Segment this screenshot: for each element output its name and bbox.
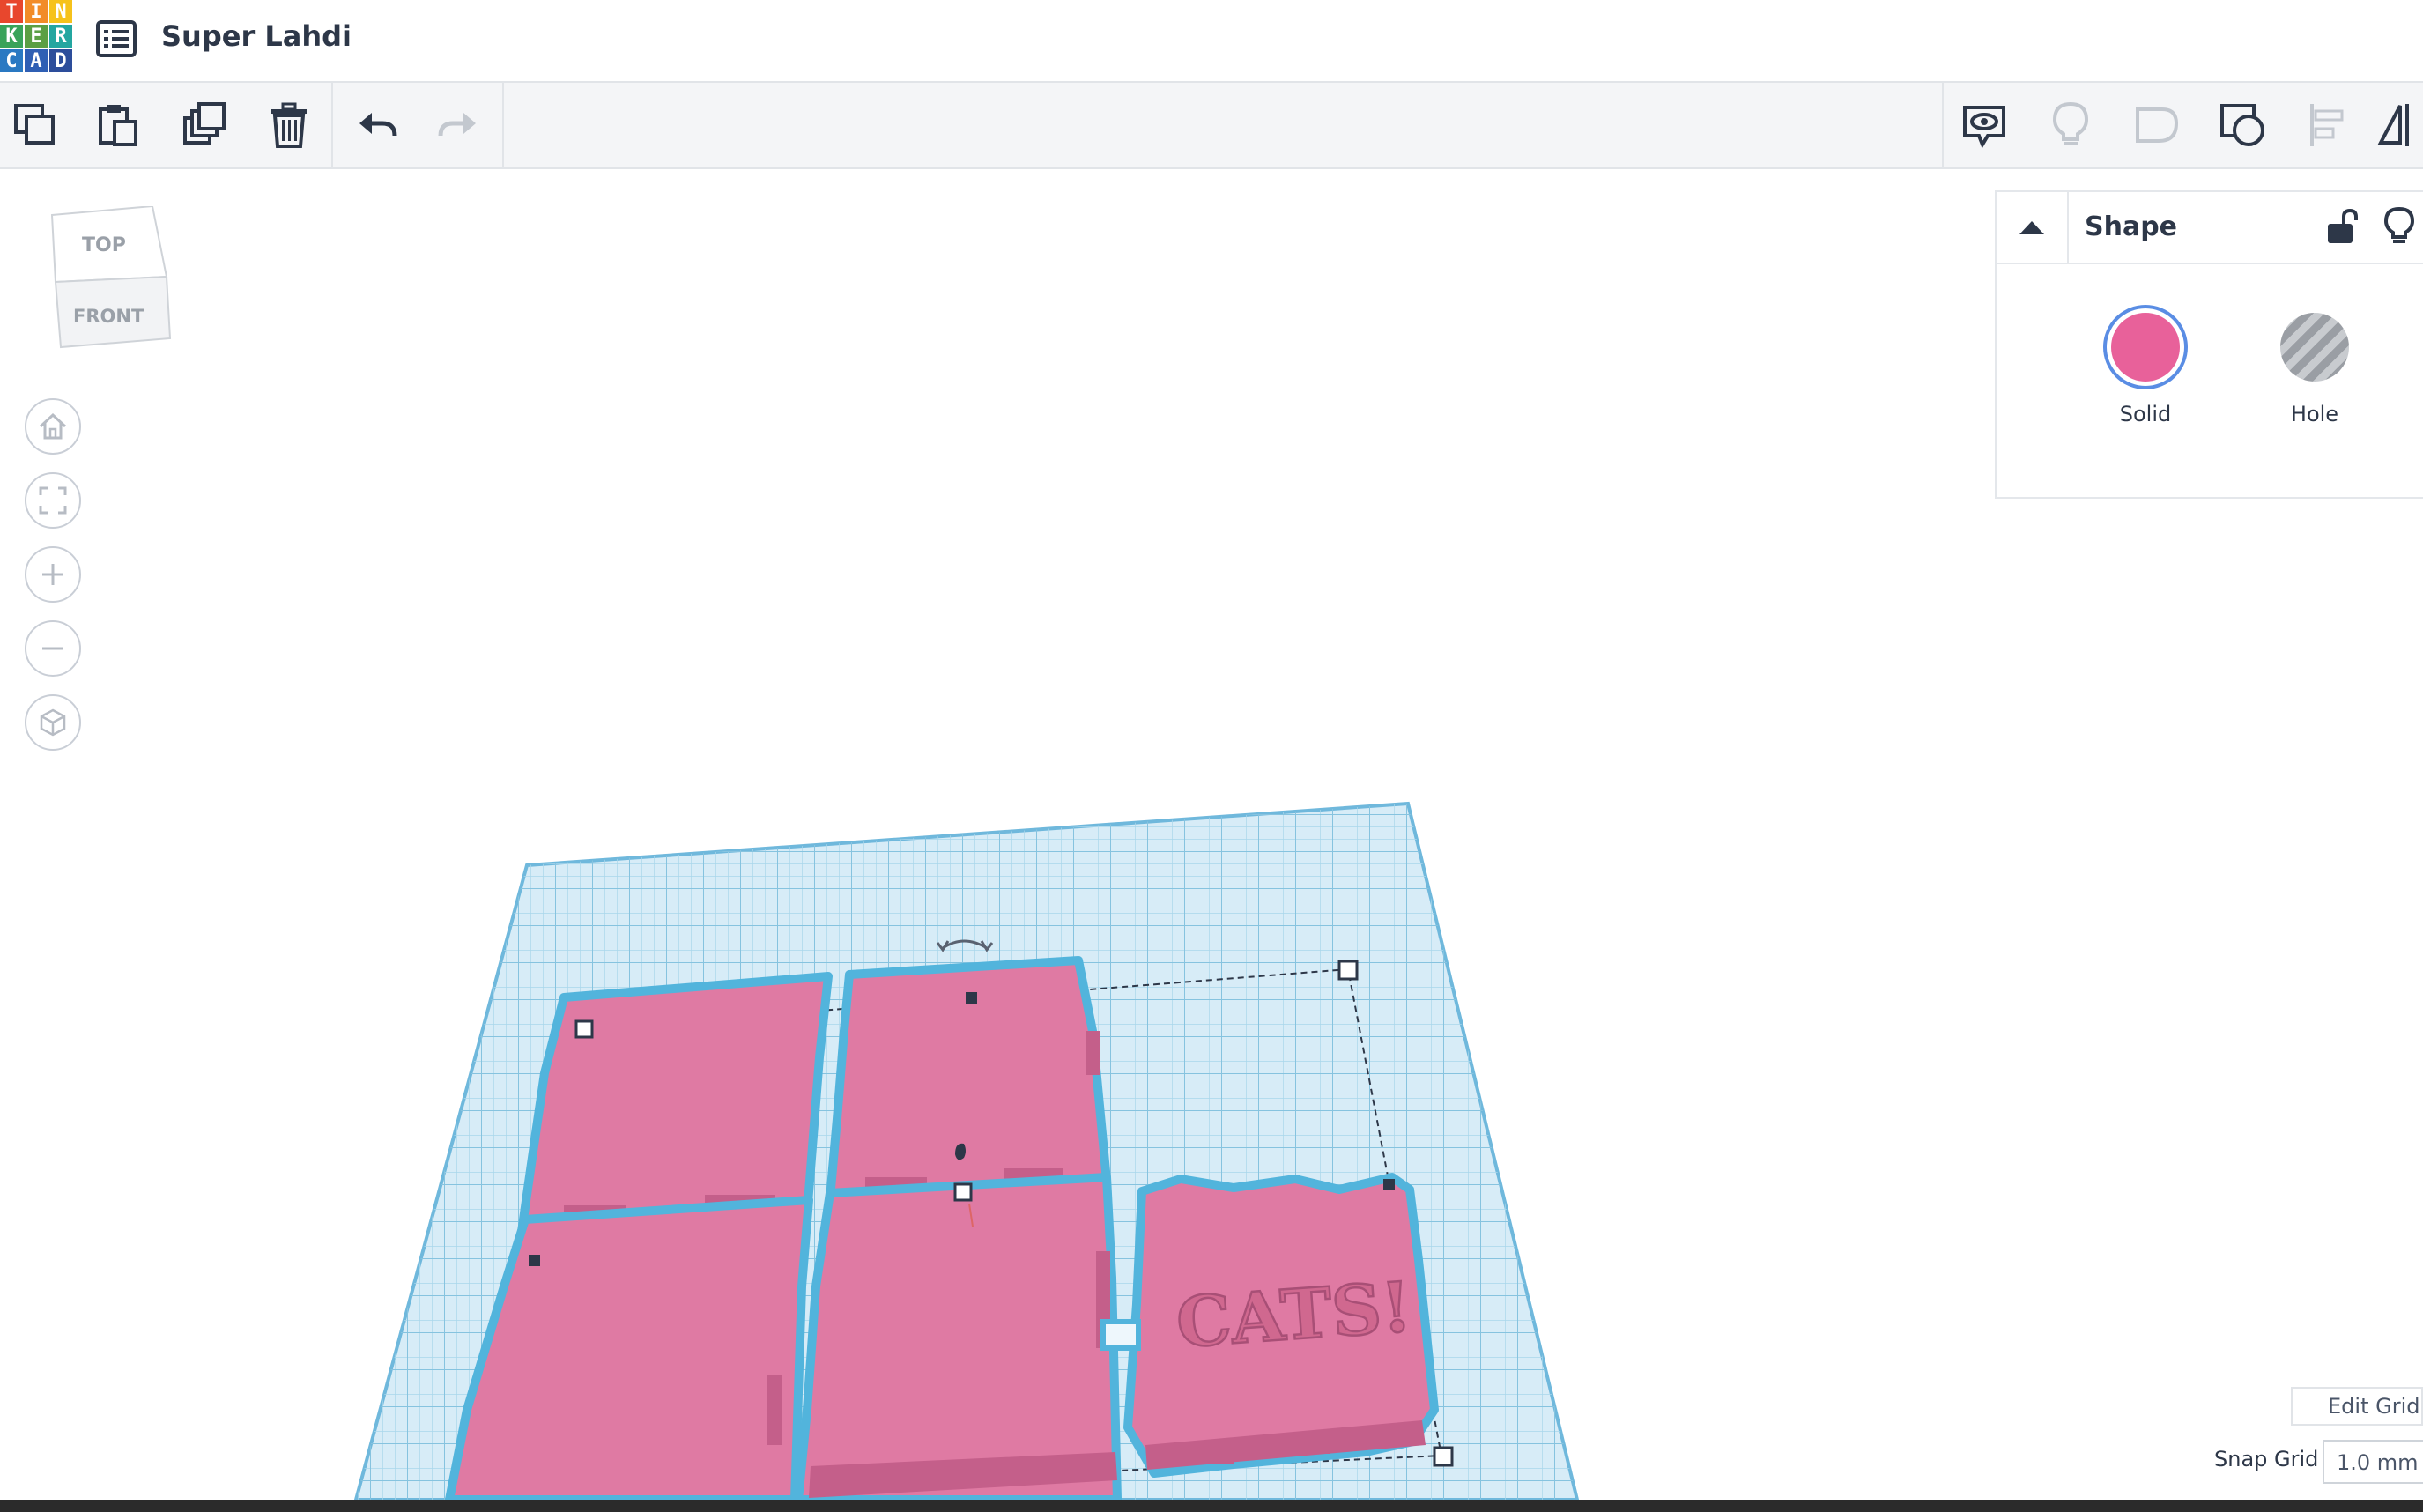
hide-button[interactable] xyxy=(2381,206,2418,247)
redo-icon xyxy=(433,100,483,150)
hole-label: Hole xyxy=(2266,402,2363,426)
view-cube[interactable]: TOP FRONT xyxy=(48,206,172,356)
edge-handle[interactable] xyxy=(966,992,977,1004)
toolbar-divider xyxy=(502,83,504,167)
caret-up-icon xyxy=(2018,219,2046,236)
duplicate-button[interactable] xyxy=(180,100,229,150)
inspector-title: Shape xyxy=(2085,211,2177,242)
mirror-button[interactable] xyxy=(2374,100,2423,150)
window-bottom-edge xyxy=(0,1500,2423,1512)
resize-handle[interactable] xyxy=(576,1021,592,1037)
mirror-icon xyxy=(2374,100,2423,150)
snap-grid-select[interactable]: 1.0 mm xyxy=(2323,1440,2423,1484)
logo-letter: C xyxy=(0,49,23,72)
tinkercad-logo[interactable]: T I N K E R C A D xyxy=(0,0,74,78)
list-icon xyxy=(95,18,137,60)
undo-icon xyxy=(352,100,402,150)
zoom-out-button[interactable] xyxy=(25,620,81,677)
box-right-cats[interactable]: CATS! xyxy=(1128,1177,1434,1473)
logo-letter: E xyxy=(25,25,48,48)
inspector-collapse-button[interactable] xyxy=(1997,192,2069,263)
align-icon xyxy=(2303,100,2353,150)
resize-handle[interactable] xyxy=(1339,961,1357,979)
lightbulb-icon xyxy=(2381,206,2418,247)
delete-button[interactable] xyxy=(264,100,314,150)
toolbar-divider xyxy=(331,83,333,167)
resize-handle[interactable] xyxy=(955,1184,971,1200)
fit-view-button[interactable] xyxy=(25,472,81,529)
edit-toolbar xyxy=(0,83,2423,169)
group-button[interactable] xyxy=(2219,100,2268,150)
logo-letter: K xyxy=(0,25,23,48)
viewcube-top-label[interactable]: TOP xyxy=(82,234,126,256)
hole-option[interactable]: Hole xyxy=(2266,305,2363,426)
logo-letter: T xyxy=(0,0,23,23)
design-menu-button[interactable] xyxy=(95,18,137,60)
logo-letter: N xyxy=(49,0,72,23)
zoom-in-button[interactable] xyxy=(25,546,81,603)
home-view-button[interactable] xyxy=(25,398,81,455)
duplicate-icon xyxy=(180,100,229,150)
logo-letter: R xyxy=(49,25,72,48)
logo-letter: A xyxy=(25,49,48,72)
viewcube-front-label[interactable]: FRONT xyxy=(73,306,144,327)
group-icon xyxy=(2219,100,2268,150)
solid-color-swatch[interactable] xyxy=(2103,305,2188,389)
align-button[interactable] xyxy=(2303,100,2353,150)
project-title[interactable]: Super Lahdi xyxy=(161,19,352,53)
paste-button[interactable] xyxy=(93,100,143,150)
snap-grid-label: Snap Grid xyxy=(2214,1447,2318,1471)
paste-icon xyxy=(93,100,143,150)
resize-handle[interactable] xyxy=(1434,1448,1452,1465)
note-tool-button[interactable] xyxy=(2132,100,2182,150)
trash-icon xyxy=(264,100,314,150)
notes-button[interactable] xyxy=(2046,100,2095,150)
fit-view-icon xyxy=(38,485,68,515)
edge-handle[interactable] xyxy=(529,1255,540,1266)
home-icon xyxy=(37,411,69,442)
solid-option[interactable]: Solid xyxy=(2097,305,2194,426)
edit-grid-button[interactable]: Edit Grid xyxy=(2291,1387,2423,1426)
inspector-header: Shape xyxy=(1997,192,2423,264)
lock-button[interactable] xyxy=(2323,208,2360,245)
logo-letter: I xyxy=(25,0,48,23)
redo-button[interactable] xyxy=(433,100,483,150)
engraved-text[interactable]: CATS! xyxy=(1174,1267,1414,1363)
unlock-icon xyxy=(2323,208,2360,245)
box-front-middle[interactable] xyxy=(798,1177,1117,1500)
zoom-in-icon xyxy=(40,561,66,588)
hole-swatch[interactable] xyxy=(2272,305,2357,389)
shape-note-icon xyxy=(2132,100,2182,150)
perspective-toggle-button[interactable] xyxy=(25,694,81,751)
solid-label: Solid xyxy=(2097,402,2194,426)
zoom-out-icon xyxy=(40,635,66,662)
copy-icon xyxy=(11,100,60,150)
show-notes-button[interactable] xyxy=(1960,100,2009,150)
copy-button[interactable] xyxy=(11,100,60,150)
edge-handle[interactable] xyxy=(1383,1179,1395,1190)
perspective-icon xyxy=(38,708,68,737)
app-header: T I N K E R C A D Super Lahdi xyxy=(0,0,2423,83)
comment-eye-icon xyxy=(1960,100,2009,150)
undo-button[interactable] xyxy=(352,100,402,150)
shape-inspector: Shape Solid Hole xyxy=(1995,190,2423,499)
toolbar-divider xyxy=(1942,83,1944,167)
joint xyxy=(1103,1322,1138,1348)
lightbulb-icon xyxy=(2046,100,2095,150)
logo-letter: D xyxy=(49,49,72,72)
